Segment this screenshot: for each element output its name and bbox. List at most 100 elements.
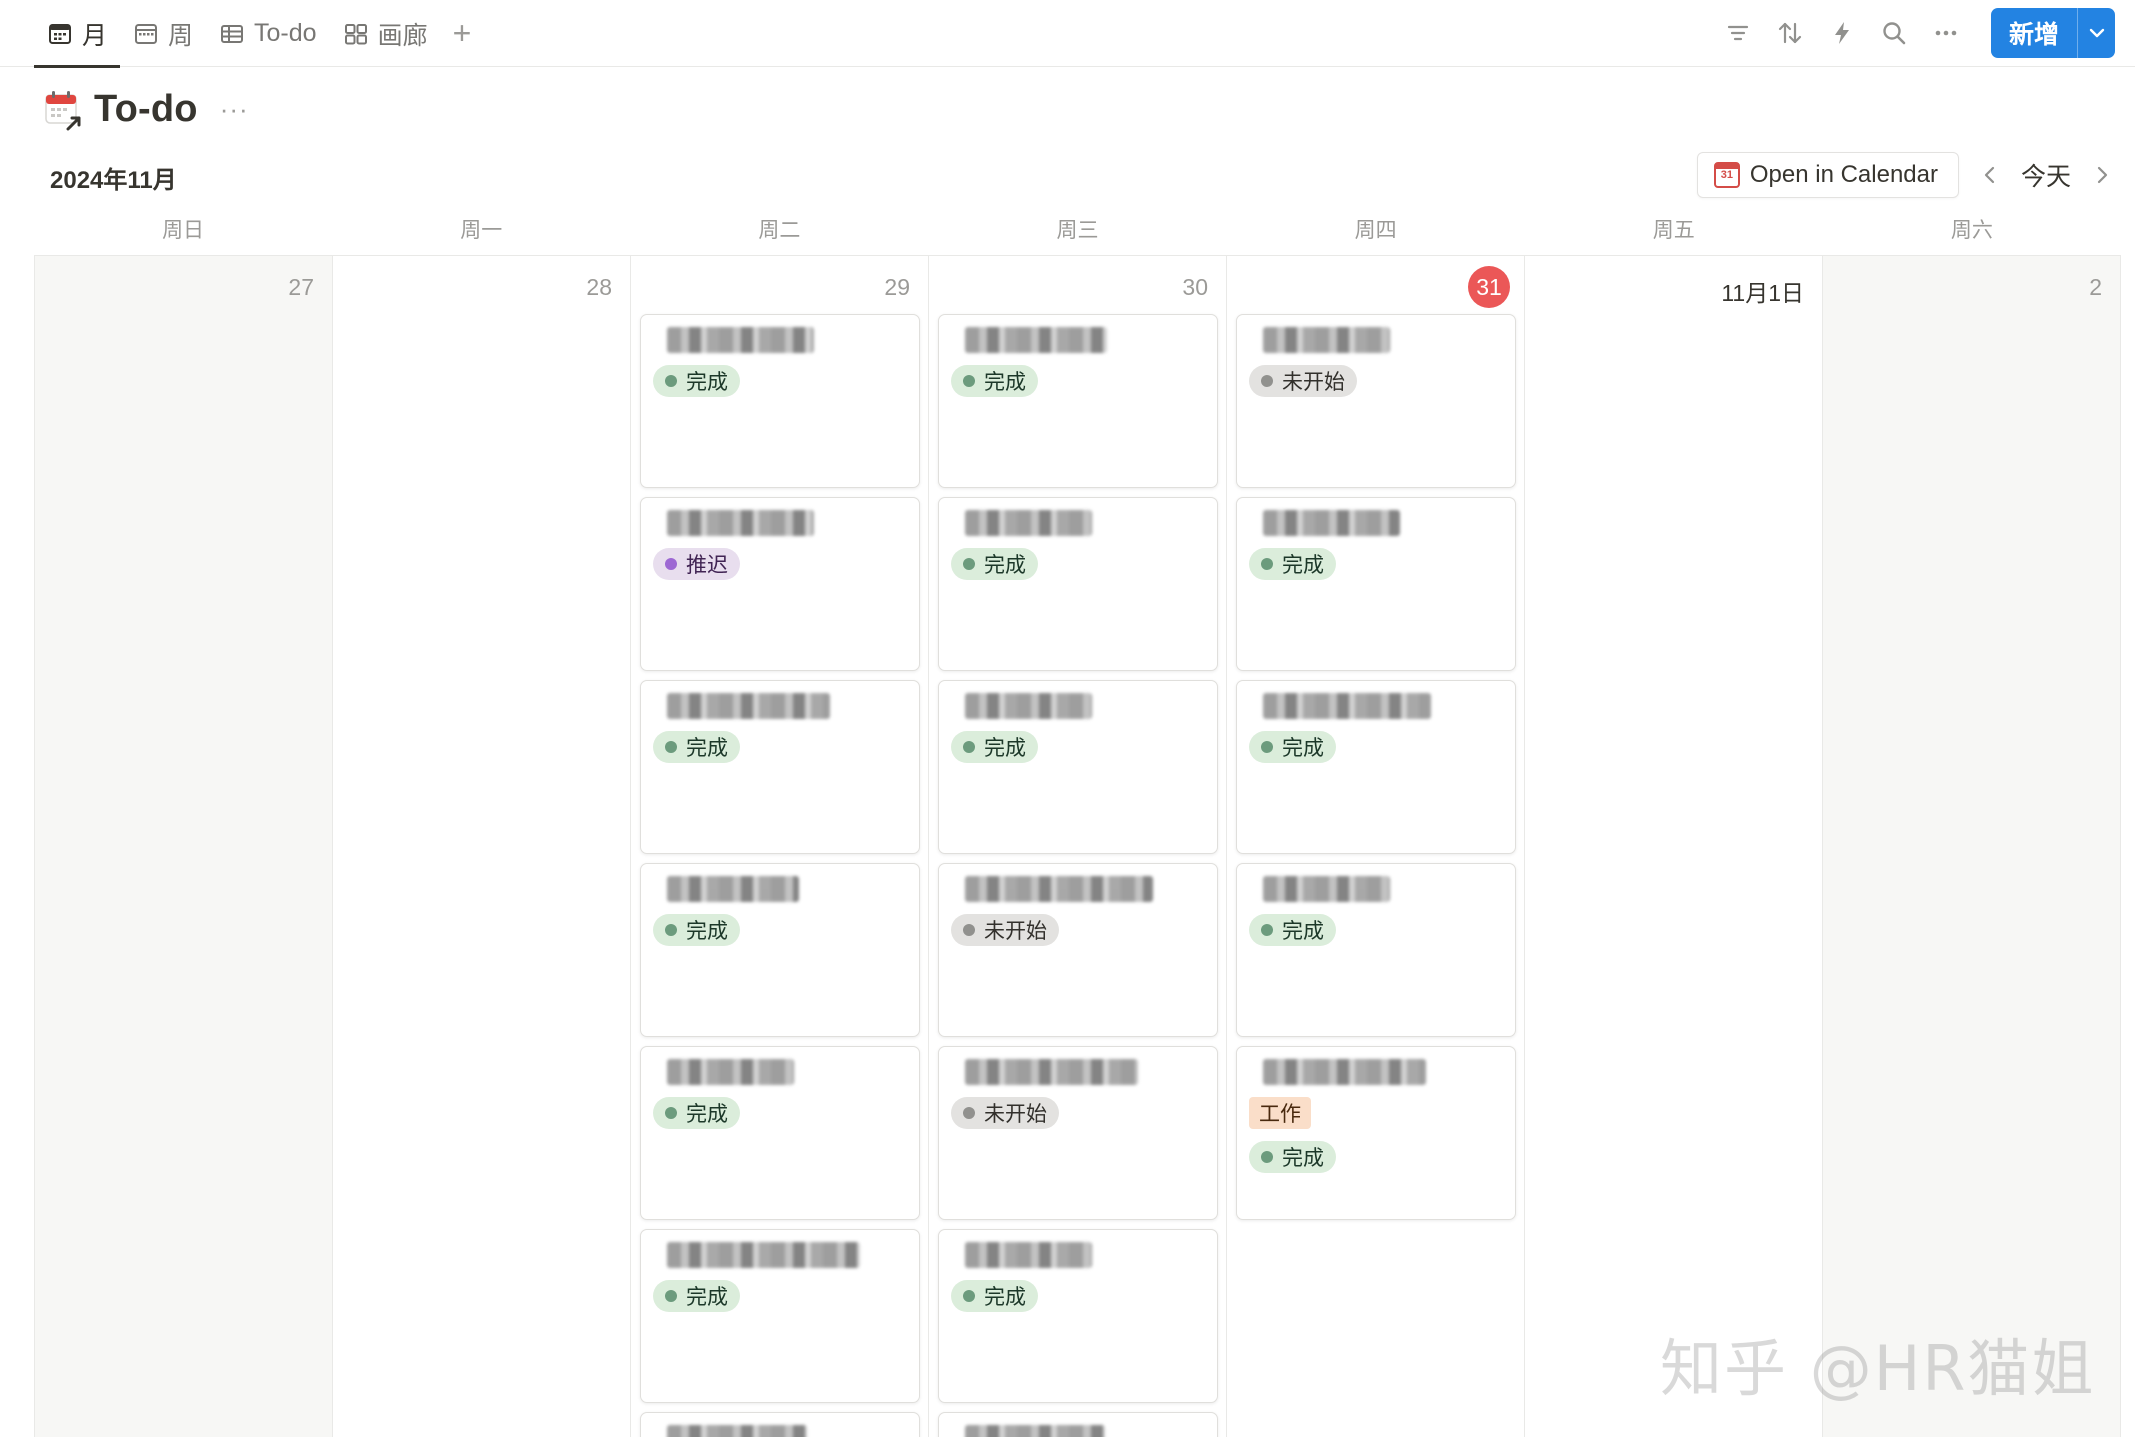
- event-card[interactable]: 未开始: [938, 1046, 1218, 1220]
- watermark: 知乎 @HR猫姐: [1660, 1332, 2096, 1405]
- event-status-row: 未开始: [951, 914, 1205, 946]
- status-dot-icon: [1261, 558, 1273, 570]
- event-card[interactable]: 完成: [640, 680, 920, 854]
- status-dot-icon: [1261, 741, 1273, 753]
- event-title-redacted: [667, 510, 815, 536]
- status-dot-icon: [963, 375, 975, 387]
- status-dot-icon: [963, 558, 975, 570]
- status-badge: 完成: [653, 731, 740, 763]
- status-label: 完成: [686, 1103, 728, 1126]
- event-card[interactable]: 完成: [938, 680, 1218, 854]
- status-badge: 完成: [1249, 548, 1336, 580]
- status-badge: 未开始: [1249, 365, 1357, 397]
- view-tabs: 月 周 To-do 画廊 +: [34, 0, 484, 68]
- title-more-button[interactable]: ···: [220, 94, 249, 125]
- status-dot-icon: [665, 558, 677, 570]
- status-badge: 推迟: [653, 548, 740, 580]
- event-card[interactable]: 未开始: [1236, 314, 1516, 488]
- filter-button[interactable]: [1723, 18, 1753, 48]
- tab-gallery-label: 画廊: [377, 21, 428, 50]
- search-icon: [1883, 22, 1906, 45]
- new-dropdown-button[interactable]: [2077, 8, 2115, 58]
- day-cell-wed[interactable]: 30 完成 完成 完成 未开始 未开始 完成: [929, 256, 1227, 1437]
- lightning-icon: [1834, 22, 1849, 44]
- event-card[interactable]: [938, 1412, 1218, 1437]
- event-card[interactable]: 完成: [640, 314, 920, 488]
- next-month-button[interactable]: [2089, 158, 2115, 192]
- event-label-row: 工作: [1249, 1097, 1503, 1129]
- event-status-row: 完成: [653, 1097, 907, 1129]
- new-button[interactable]: 新增: [1991, 8, 2077, 58]
- status-label: 完成: [984, 737, 1026, 760]
- weekday-label: 周二: [758, 219, 801, 242]
- event-card[interactable]: 完成: [938, 1229, 1218, 1403]
- event-card[interactable]: [640, 1412, 920, 1437]
- page-title-row: To-do ···: [44, 88, 249, 131]
- event-card[interactable]: 完成: [640, 863, 920, 1037]
- day-cell-tue[interactable]: 29 完成 推迟 完成 完成 完成 完成: [631, 256, 929, 1437]
- event-title-redacted: [1263, 876, 1390, 902]
- event-status-row: 完成: [1249, 914, 1503, 946]
- event-card[interactable]: 完成: [1236, 863, 1516, 1037]
- event-card[interactable]: 推迟: [640, 497, 920, 671]
- day-cell-mon[interactable]: 28: [333, 256, 631, 1437]
- event-card[interactable]: 完成: [938, 497, 1218, 671]
- event-status-row: 完成: [1249, 1141, 1503, 1173]
- month-label: 2024年11月: [50, 167, 177, 194]
- status-label: 未开始: [984, 1103, 1047, 1126]
- day-cell-sat[interactable]: 2: [1823, 256, 2121, 1437]
- status-badge: 完成: [951, 365, 1038, 397]
- status-dot-icon: [1261, 924, 1273, 936]
- event-card[interactable]: 完成: [938, 314, 1218, 488]
- today-button[interactable]: 今天: [2021, 157, 2071, 193]
- event-title-redacted: [965, 327, 1108, 353]
- new-button-group: 新增: [1990, 8, 2115, 58]
- event-card[interactable]: 未开始: [938, 863, 1218, 1037]
- prev-month-button[interactable]: [1977, 158, 2003, 192]
- event-title-redacted: [667, 1425, 807, 1437]
- day-cell-fri[interactable]: 11月1日: [1525, 256, 1823, 1437]
- event-card[interactable]: 完成: [640, 1046, 920, 1220]
- status-dot-icon: [665, 1107, 677, 1119]
- event-card[interactable]: 工作 完成: [1236, 1046, 1516, 1220]
- tab-month[interactable]: 月: [34, 0, 121, 68]
- add-view-button[interactable]: +: [441, 0, 484, 67]
- tab-week[interactable]: 周: [120, 0, 206, 67]
- event-status-row: 完成: [1249, 731, 1503, 763]
- toolbar-actions: 新增: [1723, 8, 2115, 58]
- search-button[interactable]: [1879, 18, 1909, 48]
- event-title-redacted: [965, 693, 1092, 719]
- status-label: 完成: [1282, 737, 1324, 760]
- tab-gallery[interactable]: 画廊: [330, 0, 441, 67]
- day-cell-thu[interactable]: 31 未开始 完成 完成 完成 工作 完成: [1227, 256, 1525, 1437]
- weekday-label: 周四: [1354, 219, 1397, 242]
- page-title: To-do: [94, 88, 198, 130]
- sort-button[interactable]: [1775, 18, 1805, 48]
- calendar-app-icon: 31: [1713, 162, 1740, 188]
- more-button[interactable]: [1931, 18, 1961, 48]
- status-label: 未开始: [1282, 371, 1345, 394]
- status-label: 完成: [984, 554, 1026, 577]
- event-list: 未开始 完成 完成 完成 工作 完成: [1236, 314, 1516, 1220]
- open-in-calendar-label: Open in Calendar: [1749, 161, 1938, 188]
- event-status-row: 未开始: [951, 1097, 1205, 1129]
- event-status-row: 完成: [951, 1280, 1205, 1312]
- event-status-row: 完成: [951, 731, 1205, 763]
- tab-table[interactable]: To-do: [206, 0, 330, 67]
- status-dot-icon: [665, 741, 677, 753]
- open-in-calendar-button[interactable]: 31 Open in Calendar: [1696, 152, 1959, 198]
- status-dot-icon: [665, 924, 677, 936]
- event-card[interactable]: 完成: [1236, 680, 1516, 854]
- status-dot-icon: [1261, 1151, 1273, 1163]
- status-badge: 完成: [951, 1280, 1038, 1312]
- event-title-redacted: [667, 1242, 861, 1268]
- event-card[interactable]: 完成: [1236, 497, 1516, 671]
- day-number: 28: [586, 274, 612, 300]
- automation-button[interactable]: [1827, 18, 1857, 48]
- status-label: 完成: [984, 371, 1026, 394]
- day-cell-sun[interactable]: 27: [35, 256, 333, 1437]
- status-label: 完成: [686, 371, 728, 394]
- event-card[interactable]: 完成: [640, 1229, 920, 1403]
- view-toolbar: 月 周 To-do 画廊 + 新增: [0, 0, 2135, 68]
- event-title-redacted: [667, 327, 815, 353]
